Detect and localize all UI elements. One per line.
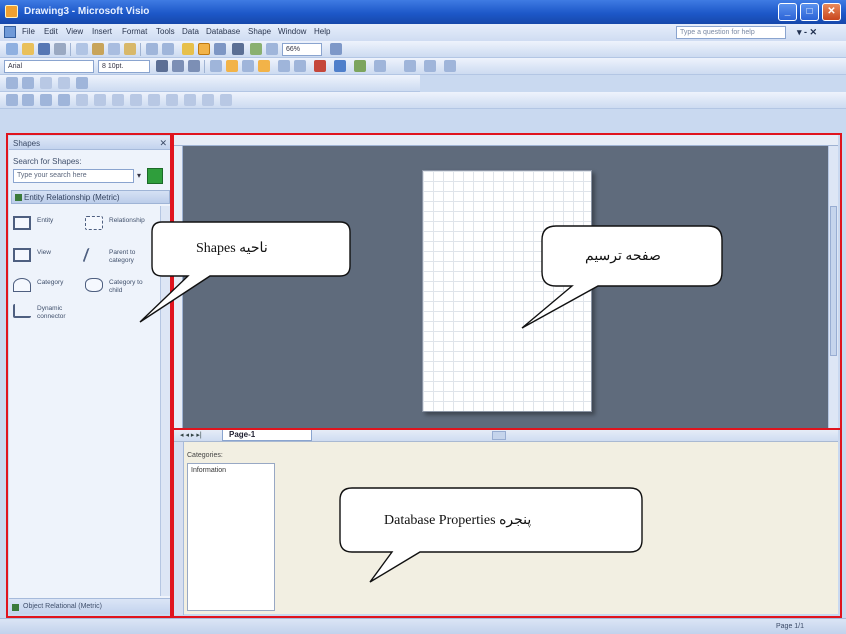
line-ends-icon[interactable]: [444, 60, 456, 72]
align-right-icon[interactable]: [242, 60, 254, 72]
connector-tool-icon[interactable]: [214, 43, 226, 55]
standard-toolbar: 66%: [0, 41, 846, 58]
menu-shape[interactable]: Shape: [248, 27, 271, 36]
status-bar: Page 1/1: [0, 618, 846, 634]
menu-bar: File Edit View Insert Format Tools Data …: [0, 24, 846, 41]
new-icon[interactable]: [6, 43, 18, 55]
redo-icon[interactable]: [162, 43, 174, 55]
stamp-icon[interactable]: [250, 43, 262, 55]
underline-icon[interactable]: [188, 60, 200, 72]
menu-insert[interactable]: Insert: [92, 27, 112, 36]
toolbar-separator: [204, 60, 205, 73]
shapes-icon[interactable]: [182, 43, 194, 55]
arc-tool-icon[interactable]: [58, 94, 70, 106]
copy-icon[interactable]: [108, 43, 120, 55]
save-icon[interactable]: [38, 43, 50, 55]
menu-help[interactable]: Help: [314, 27, 330, 36]
print-icon[interactable]: [54, 43, 66, 55]
format-painter-icon[interactable]: [202, 94, 214, 106]
layers-icon[interactable]: [148, 94, 160, 106]
pencil-tool-icon[interactable]: [94, 94, 106, 106]
cut-icon[interactable]: [92, 43, 104, 55]
shapes-area-highlight: [6, 133, 174, 618]
shapes-callout-text: ناحیه Shapes: [196, 241, 268, 256]
help-search-input[interactable]: Type a question for help: [676, 26, 786, 39]
bold-icon[interactable]: [156, 60, 168, 72]
window-title: Drawing3 - Microsoft Visio: [24, 6, 150, 17]
font-color-icon[interactable]: [314, 60, 326, 72]
visio-window: Drawing3 - Microsoft Visio _ □ ✕ File Ed…: [0, 0, 846, 634]
rectangle-tool-icon[interactable]: [6, 94, 18, 106]
minimize-button[interactable]: _: [778, 3, 797, 21]
document-window-controls[interactable]: ▾ - ✕: [797, 27, 817, 38]
open-icon[interactable]: [22, 43, 34, 55]
menu-file[interactable]: File: [22, 27, 35, 36]
flip-icon[interactable]: [22, 77, 34, 89]
toolbar-separator: [140, 43, 141, 56]
zoom-combo[interactable]: 66%: [282, 43, 322, 56]
maximize-button[interactable]: □: [800, 3, 819, 21]
zoom-icon[interactable]: [266, 43, 278, 55]
outdent-icon[interactable]: [294, 60, 306, 72]
pointer-tool-icon[interactable]: [198, 43, 210, 55]
connector-point-icon[interactable]: [166, 94, 178, 106]
page-indicator: Page 1/1: [776, 623, 805, 630]
drawing-area-highlight: [170, 133, 842, 430]
menu-format[interactable]: Format: [122, 27, 147, 36]
formatting-toolbar: Arial 8 10pt.: [0, 58, 846, 75]
distribute-icon[interactable]: [130, 94, 142, 106]
visio-app-icon[interactable]: [5, 5, 18, 18]
line-color-icon[interactable]: [334, 60, 346, 72]
toolbar-separator: [70, 43, 71, 56]
menu-edit[interactable]: Edit: [44, 27, 58, 36]
italic-icon[interactable]: [172, 60, 184, 72]
help-icon[interactable]: [330, 43, 342, 55]
align-center-icon[interactable]: [226, 60, 238, 72]
preview-icon[interactable]: [76, 43, 88, 55]
drawing-toolbar: [0, 92, 846, 109]
font-combo[interactable]: Arial: [4, 60, 94, 73]
toolbar-dock: [0, 109, 846, 134]
fill-color-icon[interactable]: [354, 60, 366, 72]
ungroup-icon[interactable]: [58, 77, 70, 89]
justify-icon[interactable]: [258, 60, 270, 72]
rotate-icon[interactable]: [6, 77, 18, 89]
align-shapes-icon[interactable]: [112, 94, 124, 106]
font-size-combo[interactable]: 8 10pt.: [98, 60, 150, 73]
document-menu-icon[interactable]: [4, 26, 16, 38]
line-weight-icon[interactable]: [404, 60, 416, 72]
undo-icon[interactable]: [146, 43, 158, 55]
menu-window[interactable]: Window: [278, 27, 306, 36]
crop-icon[interactable]: [184, 94, 196, 106]
title-bar: Drawing3 - Microsoft Visio _ □ ✕: [0, 0, 846, 24]
freeform-tool-icon[interactable]: [76, 94, 88, 106]
paste-icon[interactable]: [124, 43, 136, 55]
menu-view[interactable]: View: [66, 27, 83, 36]
shadow-color-icon[interactable]: [374, 60, 386, 72]
drawing-page-callout-text: صفحه ترسیم: [585, 249, 661, 264]
align-left-icon[interactable]: [210, 60, 222, 72]
bring-front-icon[interactable]: [76, 77, 88, 89]
close-button[interactable]: ✕: [822, 3, 841, 21]
line-pattern-icon[interactable]: [424, 60, 436, 72]
protect-icon[interactable]: [220, 94, 232, 106]
group-icon[interactable]: [40, 77, 52, 89]
line-tool-icon[interactable]: [40, 94, 52, 106]
ellipse-tool-icon[interactable]: [22, 94, 34, 106]
indent-icon[interactable]: [278, 60, 290, 72]
text-tool-icon[interactable]: [232, 43, 244, 55]
menu-database[interactable]: Database: [206, 27, 240, 36]
menu-data[interactable]: Data: [182, 27, 199, 36]
db-properties-callout-text: پنجره Database Properties: [384, 513, 532, 528]
action-toolbar: [0, 75, 420, 92]
menu-tools[interactable]: Tools: [156, 27, 175, 36]
